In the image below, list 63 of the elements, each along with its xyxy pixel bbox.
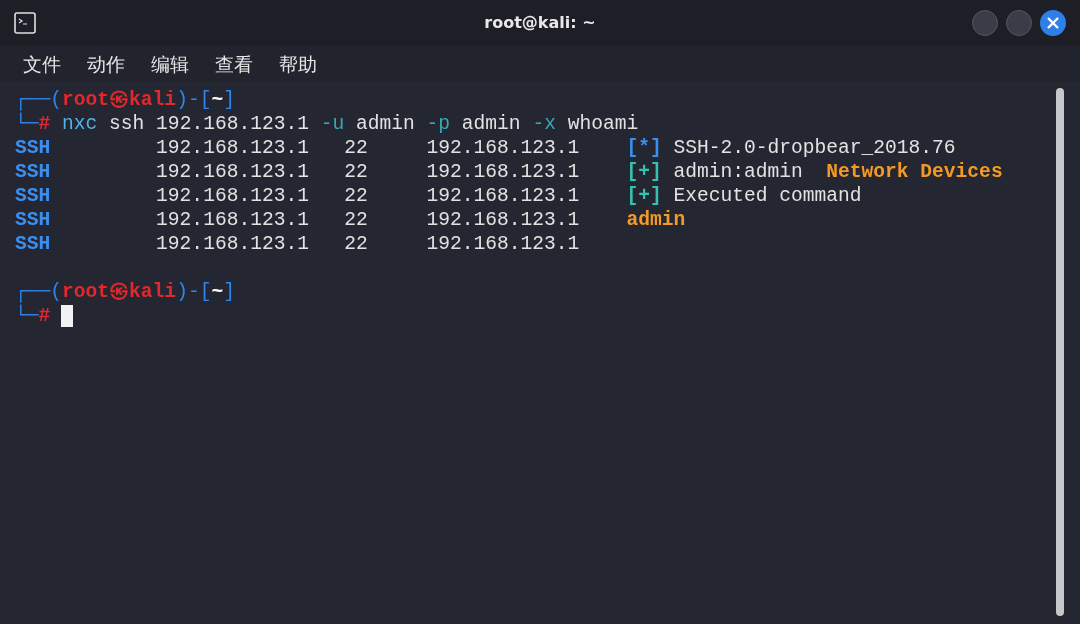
command-argument: admin bbox=[356, 112, 415, 136]
output-text: Executed command bbox=[673, 184, 862, 208]
prompt-frame: ] bbox=[223, 280, 235, 304]
port-number: 22 bbox=[344, 137, 368, 159]
protocol-label: SSH bbox=[15, 161, 51, 183]
command-option: -p bbox=[426, 112, 451, 136]
status-marker: [+] bbox=[626, 184, 662, 208]
close-button[interactable] bbox=[1040, 10, 1066, 36]
maximize-button[interactable] bbox=[1006, 10, 1032, 36]
host-address: 192.168.123.1 bbox=[156, 161, 309, 183]
protocol-label: SSH bbox=[15, 185, 51, 207]
host-address: 192.168.123.1 bbox=[156, 233, 309, 255]
scrollbar[interactable] bbox=[1056, 88, 1064, 616]
output-text: SSH-2.0-dropbear_2018.76 bbox=[673, 136, 956, 160]
prompt-frame: └─ bbox=[15, 112, 39, 136]
output-text: admin:admin bbox=[673, 160, 803, 184]
window-title: root@kali: ~ bbox=[484, 13, 596, 32]
prompt-frame: ┌──( bbox=[15, 88, 63, 112]
hostname: 192.168.123.1 bbox=[426, 233, 580, 255]
command-argument: ssh bbox=[109, 112, 145, 136]
command-argument: whoami bbox=[567, 112, 639, 136]
menu-item[interactable]: 帮助 bbox=[270, 49, 326, 79]
prompt-user: root㉿kali bbox=[62, 280, 177, 304]
prompt-symbol: # bbox=[38, 113, 51, 136]
command-argument: 192.168.123.1 bbox=[156, 112, 309, 136]
hostname: 192.168.123.1 bbox=[426, 161, 580, 183]
port-number: 22 bbox=[344, 209, 368, 231]
port-number: 22 bbox=[344, 233, 368, 255]
close-icon bbox=[1047, 17, 1059, 29]
menu-item[interactable]: 文件 bbox=[14, 49, 70, 79]
hostname: 192.168.123.1 bbox=[426, 185, 580, 207]
status-marker: [*] bbox=[626, 136, 662, 160]
hostname: 192.168.123.1 bbox=[426, 209, 580, 231]
host-address: 192.168.123.1 bbox=[156, 185, 309, 207]
prompt-symbol: # bbox=[38, 305, 51, 328]
prompt-path: ~ bbox=[211, 280, 224, 304]
protocol-label: SSH bbox=[15, 233, 51, 255]
prompt-frame: ] bbox=[223, 88, 235, 112]
status-marker: [+] bbox=[626, 160, 662, 184]
prompt-frame: )-[ bbox=[176, 280, 212, 304]
host-address: 192.168.123.1 bbox=[156, 209, 309, 231]
menu-item[interactable]: 查看 bbox=[206, 49, 262, 79]
minimize-button[interactable] bbox=[972, 10, 998, 36]
prompt-frame: └─ bbox=[15, 304, 39, 328]
hostname: 192.168.123.1 bbox=[426, 137, 580, 159]
command-argument: admin bbox=[461, 112, 521, 136]
port-number: 22 bbox=[344, 185, 368, 207]
menu-item[interactable]: 动作 bbox=[78, 49, 134, 79]
terminal-icon bbox=[14, 12, 36, 34]
protocol-label: SSH bbox=[15, 137, 51, 159]
menu-item[interactable]: 编辑 bbox=[142, 49, 198, 79]
protocol-label: SSH bbox=[15, 209, 51, 231]
host-address: 192.168.123.1 bbox=[156, 137, 309, 159]
command-option: -u bbox=[320, 112, 345, 136]
highlighted-output: Network Devices bbox=[826, 160, 1003, 184]
prompt-frame: ┌──( bbox=[15, 280, 63, 304]
prompt-user: root㉿kali bbox=[62, 88, 177, 112]
port-number: 22 bbox=[344, 161, 368, 183]
command-name: nxc bbox=[62, 112, 98, 136]
highlighted-output: admin bbox=[626, 208, 686, 232]
command-option: -x bbox=[532, 112, 556, 136]
prompt-frame: )-[ bbox=[176, 88, 212, 112]
prompt-path: ~ bbox=[211, 88, 224, 112]
